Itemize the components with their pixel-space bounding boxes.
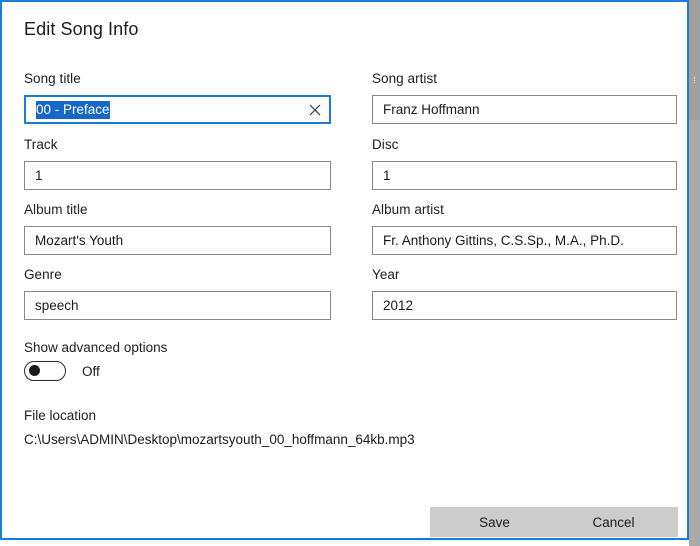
show-advanced-options-state: Off [82, 363, 100, 379]
genre-label: Genre [24, 267, 62, 282]
track-label: Track [24, 137, 58, 152]
song-artist-label: Song artist [372, 71, 438, 86]
track-value: 1 [35, 168, 43, 183]
scrollbar-thumb[interactable] [689, 0, 700, 120]
album-artist-input[interactable]: Fr. Anthony Gittins, C.S.Sp., M.A., Ph.D… [372, 226, 677, 255]
year-label: Year [372, 267, 400, 282]
page-title: Edit Song Info [24, 19, 139, 39]
song-title-label: Song title [24, 71, 81, 86]
show-advanced-options-label: Show advanced options [24, 340, 168, 355]
song-artist-input[interactable]: Franz Hoffmann [372, 95, 677, 124]
dialog-content-area: Edit Song Info Song title 00 - Preface S… [2, 2, 687, 538]
song-title-value: 00 - Preface [36, 101, 110, 119]
disc-label: Disc [372, 137, 399, 152]
year-value: 2012 [383, 298, 414, 313]
edit-song-info-dialog: Edit Song Info Song title 00 - Preface S… [0, 0, 689, 540]
year-input[interactable]: 2012 [372, 291, 677, 320]
song-artist-value: Franz Hoffmann [383, 102, 480, 117]
album-title-input[interactable]: Mozart's Youth [24, 226, 331, 255]
disc-value: 1 [383, 168, 391, 183]
cancel-button[interactable]: Cancel [549, 507, 678, 537]
album-title-label: Album title [24, 202, 88, 217]
save-button[interactable]: Save [430, 507, 559, 537]
genre-value: speech [35, 298, 79, 313]
album-artist-label: Album artist [372, 202, 444, 217]
album-title-value: Mozart's Youth [35, 233, 124, 248]
file-location-path: C:\Users\ADMIN\Desktop\mozartsyouth_00_h… [24, 432, 415, 447]
toggle-knob [29, 365, 40, 376]
track-input[interactable]: 1 [24, 161, 331, 190]
disc-input[interactable]: 1 [372, 161, 677, 190]
show-advanced-options-toggle[interactable] [24, 361, 66, 381]
song-title-input[interactable]: 00 - Preface [24, 95, 331, 124]
show-advanced-options-row[interactable]: Off [24, 361, 100, 381]
close-icon[interactable] [302, 97, 328, 123]
file-location-label: File location [24, 408, 97, 423]
album-artist-value: Fr. Anthony Gittins, C.S.Sp., M.A., Ph.D… [383, 233, 624, 248]
dialog-bottom-edge [0, 540, 689, 546]
genre-input[interactable]: speech [24, 291, 331, 320]
scrollbar-grip-icon: ⁞ [693, 75, 696, 85]
